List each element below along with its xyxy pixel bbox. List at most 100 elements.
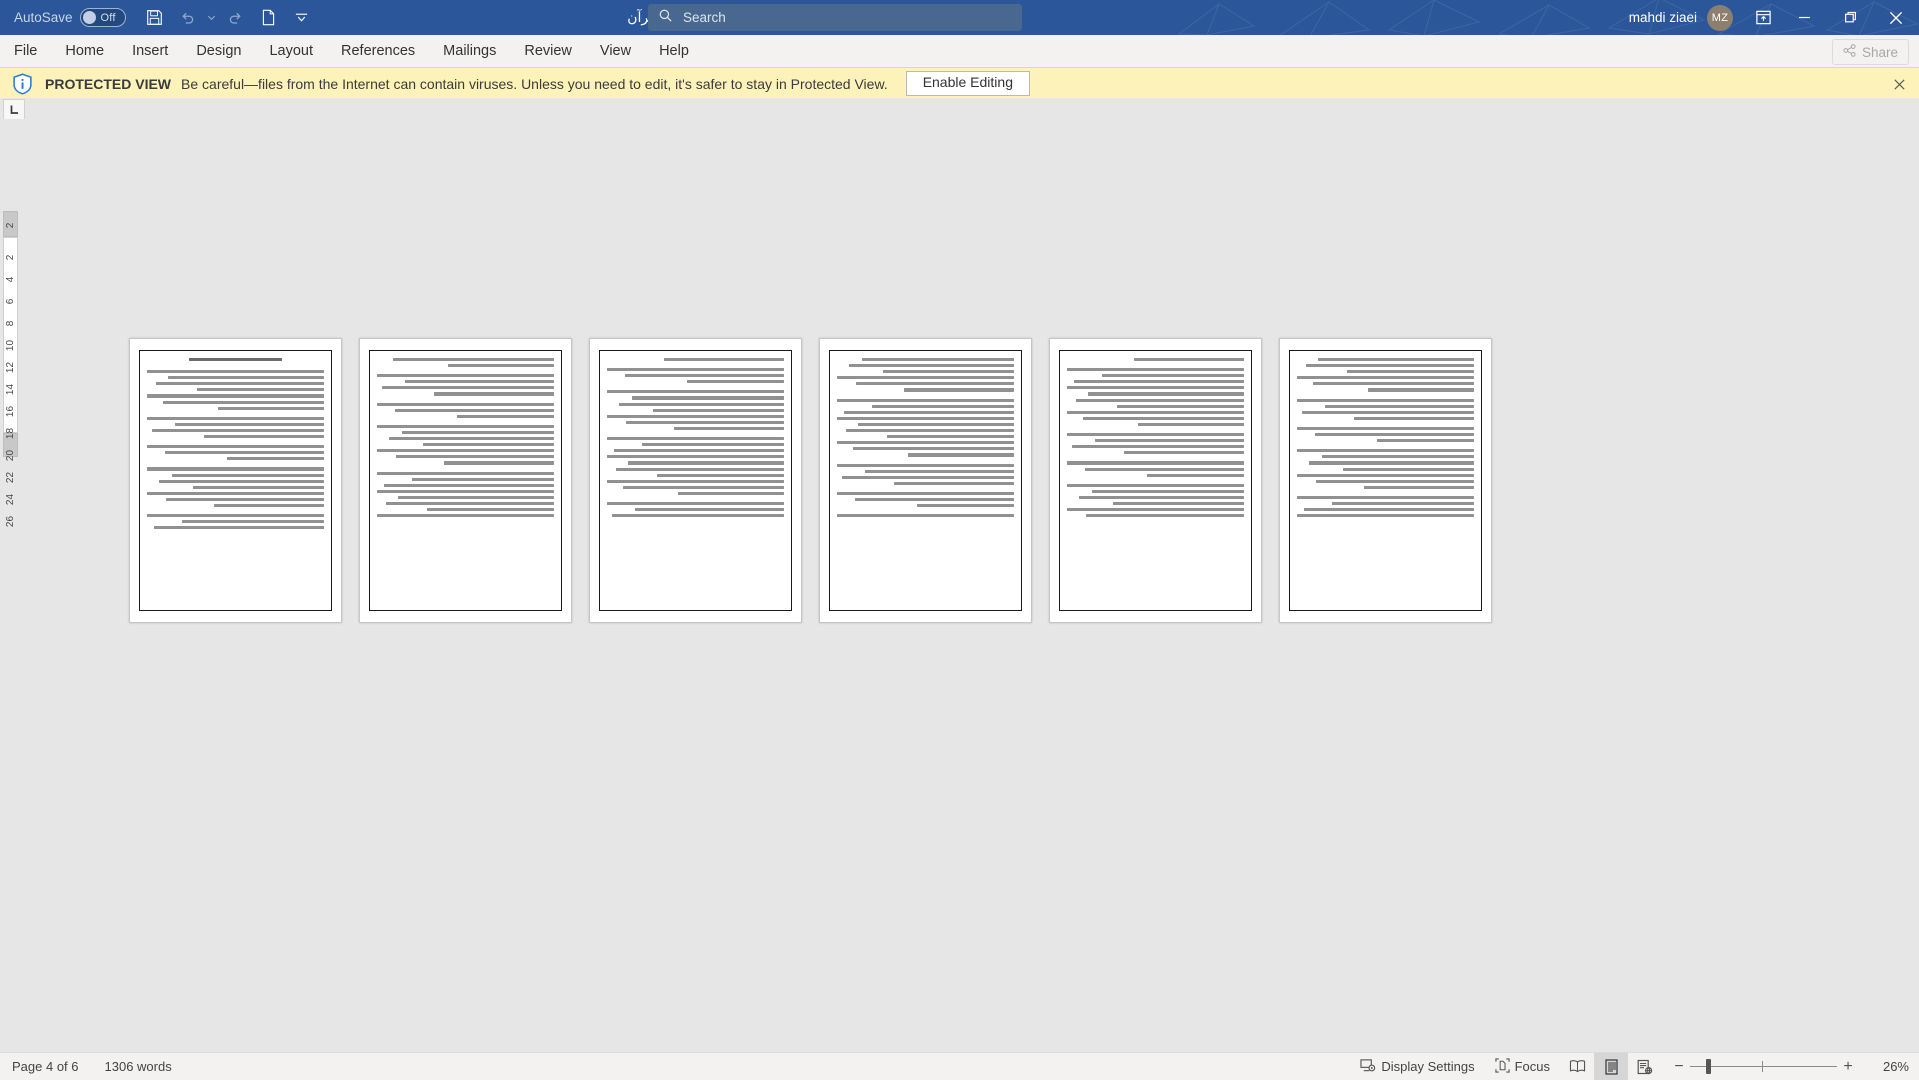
zoom-slider-handle[interactable]	[1706, 1059, 1711, 1074]
page-text-line	[1297, 514, 1474, 518]
new-document-icon[interactable]	[254, 4, 284, 32]
page-content	[139, 350, 332, 611]
page-text-line	[1325, 404, 1474, 408]
page-text-line	[837, 376, 1014, 380]
page-text-line	[1067, 386, 1244, 390]
zoom-percentage[interactable]: 26%	[1865, 1059, 1909, 1074]
display-settings-button[interactable]: Display Settings	[1350, 1053, 1484, 1080]
page-text-line	[842, 475, 1014, 479]
left-tab-stop-icon[interactable]	[3, 99, 25, 120]
zoom-slider[interactable]	[1690, 1053, 1837, 1080]
status-bar: Page 4 of 6 1306 words Display Settings …	[0, 1052, 1919, 1080]
page-text-line	[1297, 376, 1474, 380]
page-text-line	[159, 479, 324, 483]
close-icon[interactable]	[1873, 0, 1919, 35]
page-text-line	[1297, 449, 1474, 453]
page-text-line	[1343, 467, 1474, 471]
document-page[interactable]	[359, 338, 572, 623]
page-text-line	[447, 364, 554, 368]
document-page[interactable]	[819, 338, 1032, 623]
enable-editing-button[interactable]: Enable Editing	[905, 71, 1030, 96]
page-text-line	[631, 396, 784, 400]
page-text-line	[1123, 451, 1244, 455]
page-text-line	[607, 501, 784, 506]
user-name[interactable]: mahdi ziaei	[1629, 10, 1697, 25]
tab-home[interactable]: Home	[51, 35, 118, 67]
page-text-line	[164, 451, 324, 455]
page-text-line	[444, 461, 554, 465]
save-icon[interactable]	[140, 4, 170, 32]
page-text-line	[653, 408, 784, 412]
page-heading-line	[189, 358, 282, 362]
focus-button[interactable]: Focus	[1485, 1053, 1560, 1080]
page-text-line	[1075, 398, 1244, 402]
vruler-number-4: 4	[5, 276, 16, 283]
vruler-number-20: 20	[5, 449, 16, 462]
restore-icon[interactable]	[1827, 0, 1873, 35]
page-text-line	[392, 358, 554, 362]
ribbon-display-options-icon[interactable]	[1745, 0, 1781, 35]
redo-icon[interactable]	[221, 4, 251, 32]
page-text-line	[152, 428, 324, 433]
undo-icon[interactable]	[173, 4, 203, 32]
page-text-line	[1116, 404, 1244, 408]
page-text-line	[423, 443, 554, 447]
page-text-line	[1321, 455, 1474, 459]
share-button[interactable]: Share	[1831, 39, 1909, 65]
page-text-line	[1088, 392, 1244, 396]
zoom-out-icon[interactable]: −	[1668, 1053, 1690, 1080]
status-right: Display Settings Focus − + 26%	[1350, 1053, 1909, 1080]
close-icon[interactable]	[1891, 76, 1907, 92]
tab-view[interactable]: View	[586, 35, 645, 67]
page-text-line	[865, 469, 1014, 473]
tab-references[interactable]: References	[327, 35, 429, 67]
tab-review[interactable]: Review	[510, 35, 586, 67]
autosave-toggle[interactable]: Off	[79, 8, 126, 27]
page-text-line	[626, 420, 784, 424]
tab-help[interactable]: Help	[645, 35, 703, 67]
focus-label: Focus	[1514, 1059, 1550, 1074]
web-layout-icon[interactable]	[1628, 1053, 1662, 1080]
minimize-icon[interactable]	[1781, 0, 1827, 35]
search-input[interactable]: Search	[648, 4, 1022, 31]
page-content	[1289, 350, 1482, 611]
tab-mailings[interactable]: Mailings	[429, 35, 510, 67]
avatar[interactable]: MZ	[1707, 4, 1733, 31]
document-page[interactable]	[1279, 338, 1492, 623]
tab-design[interactable]: Design	[182, 35, 255, 67]
document-canvas[interactable]	[21, 119, 1919, 1052]
document-page[interactable]	[129, 338, 342, 623]
page-text-line	[147, 491, 324, 495]
document-page[interactable]	[1049, 338, 1262, 623]
customize-quick-access-icon[interactable]	[287, 4, 317, 32]
page-content	[599, 350, 792, 611]
page-text-line	[1095, 439, 1244, 443]
horizontal-ruler[interactable]: 18 14 12 10 8 6 4 2 2	[0, 98, 1919, 218]
autosave-control[interactable]: AutoSave Off	[14, 8, 126, 27]
word-count[interactable]: 1306 words	[105, 1059, 172, 1074]
page-indicator[interactable]: Page 4 of 6	[12, 1059, 79, 1074]
tab-insert[interactable]: Insert	[118, 35, 182, 67]
page-text-line	[837, 398, 1014, 402]
page-text-line	[858, 422, 1014, 427]
page-text-line	[907, 453, 1014, 457]
page-text-line	[844, 410, 1014, 414]
read-mode-icon[interactable]	[1560, 1053, 1594, 1080]
search-icon	[658, 8, 673, 28]
zoom-control[interactable]: − + 26%	[1668, 1053, 1909, 1080]
page-text-line	[837, 463, 1014, 467]
undo-dropdown-icon[interactable]	[206, 4, 218, 32]
page-text-line	[1309, 461, 1474, 465]
page-text-line	[147, 445, 324, 449]
zoom-in-icon[interactable]: +	[1837, 1053, 1859, 1080]
page-text-line	[916, 504, 1014, 508]
tab-file[interactable]: File	[0, 35, 51, 67]
page-text-line	[1134, 358, 1244, 362]
page-text-line	[1376, 439, 1474, 443]
tab-layout[interactable]: Layout	[255, 35, 327, 67]
document-page[interactable]	[589, 338, 802, 623]
print-layout-icon[interactable]	[1594, 1053, 1628, 1080]
page-text-line	[377, 402, 554, 406]
vertical-ruler[interactable]: 2 2 4 6 8 10 12 14 16 18 20 22 24 26	[0, 119, 21, 1052]
vruler-number-12: 12	[5, 361, 16, 374]
